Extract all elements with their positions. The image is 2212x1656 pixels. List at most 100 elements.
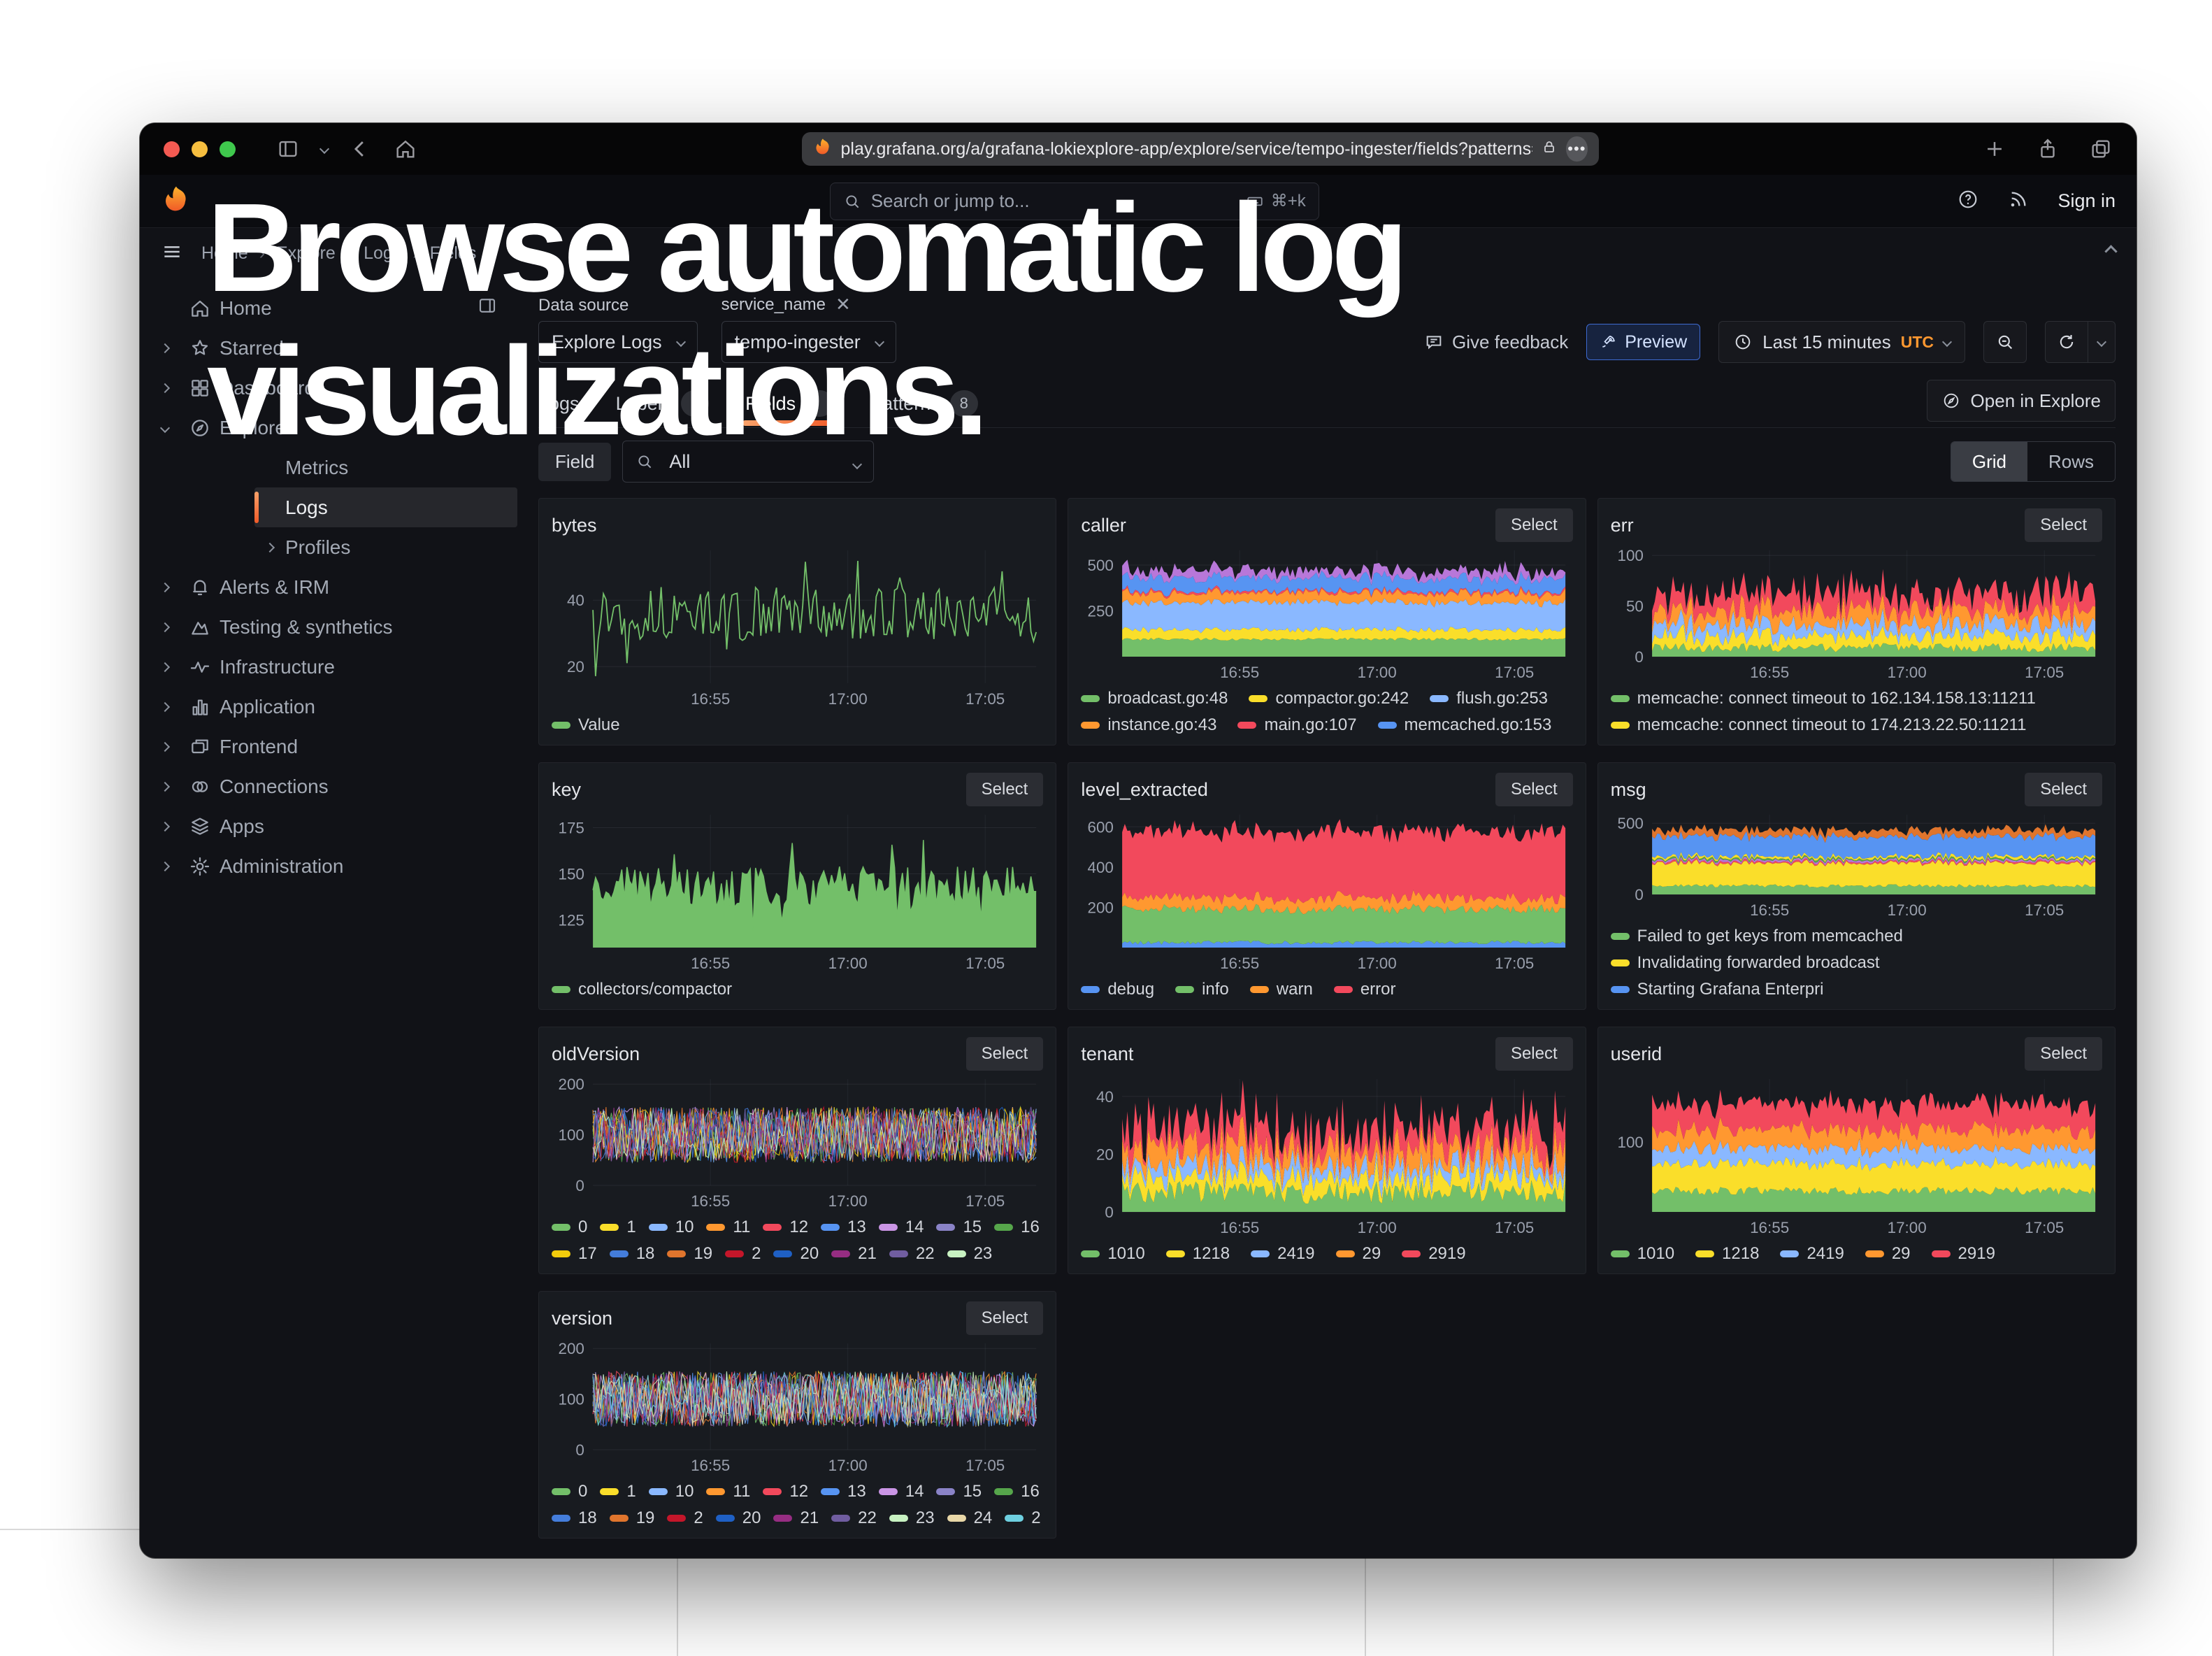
legend-item[interactable]: Value [552, 714, 620, 736]
legend-item[interactable]: 1218 [1166, 1243, 1230, 1265]
page-settings-icon[interactable]: ••• [1566, 136, 1587, 162]
legend-item[interactable]: error [1334, 978, 1396, 1001]
legend-item[interactable]: 14 [879, 1216, 924, 1239]
share-icon[interactable] [2036, 137, 2060, 161]
select-button[interactable]: Select [2025, 773, 2102, 806]
sidebar-chevron-icon[interactable] [321, 145, 328, 152]
panel-chart[interactable]: 010020016:5517:0017:05 [552, 1071, 1043, 1211]
panel-chart[interactable]: 010020016:5517:0017:05 [552, 1335, 1043, 1475]
legend-item[interactable]: main.go:107 [1237, 714, 1356, 736]
tab-labels[interactable]: Labels [616, 381, 710, 426]
legend-item[interactable]: compactor.go:242 [1249, 687, 1409, 710]
legend-item[interactable]: memcache: connect timeout to 162.134.158… [1611, 687, 2036, 710]
layout-toggle-grid[interactable]: Grid [1951, 442, 2027, 481]
legend-item[interactable]: 2919 [1402, 1243, 1465, 1265]
legend-item[interactable]: 2419 [1780, 1243, 1844, 1265]
sidebar-item-application[interactable]: Application [150, 687, 517, 727]
sidebar-item-dashboards[interactable]: Dashboards [150, 368, 517, 408]
legend-item[interactable]: 11 [706, 1480, 750, 1503]
legend-item[interactable]: 2 [1005, 1507, 1040, 1529]
legend-item[interactable]: broadcast.go:48 [1081, 687, 1228, 710]
legend-item[interactable]: 12 [763, 1480, 808, 1503]
legend-item[interactable]: 19 [610, 1507, 655, 1529]
panel-chart[interactable]: 05010016:5517:0017:05 [1611, 542, 2102, 682]
legend-item[interactable]: 15 [936, 1480, 982, 1503]
legend-item[interactable]: 2 [725, 1243, 761, 1265]
sidebar-item-alerts-irm[interactable]: Alerts & IRM [150, 567, 517, 607]
chevron-up-icon[interactable] [2106, 247, 2116, 259]
legend-item[interactable]: 22 [889, 1243, 935, 1265]
legend-item[interactable]: 23 [889, 1507, 935, 1529]
field-filter-select[interactable]: All [622, 441, 874, 483]
layout-toggle-rows[interactable]: Rows [2027, 442, 2115, 481]
legend-item[interactable]: 1 [600, 1216, 635, 1239]
data-source-select[interactable]: Explore Logs [538, 321, 698, 363]
open-in-explore-button[interactable]: Open in Explore [1927, 380, 2116, 422]
legend-item[interactable]: 20 [716, 1507, 761, 1529]
legend-item[interactable]: warn [1250, 978, 1313, 1001]
legend-item[interactable]: 29 [1865, 1243, 1911, 1265]
sidebar-item-administration[interactable]: Administration [150, 846, 517, 886]
select-button[interactable]: Select [1495, 773, 1573, 806]
select-button[interactable]: Select [966, 1301, 1044, 1335]
breadcrumb[interactable]: Home›Explore›Logs›Fields [201, 243, 476, 264]
sidebar-item-infrastructure[interactable]: Infrastructure [150, 647, 517, 687]
browser-sidebar-icon[interactable] [276, 137, 300, 161]
sidebar-item-starred[interactable]: Starred [150, 328, 517, 368]
grafana-logo[interactable] [161, 184, 192, 218]
time-range-picker[interactable]: Last 15 minutes UTC [1718, 321, 1965, 363]
legend-item[interactable]: 21 [831, 1243, 877, 1265]
legend-item[interactable]: collectors/compactor [552, 978, 732, 1001]
legend-item[interactable]: 18 [610, 1243, 655, 1265]
select-button[interactable]: Select [2025, 508, 2102, 542]
tab-logs[interactable]: Logs [538, 381, 580, 426]
panel-chart[interactable]: 20040060016:5517:0017:05 [1081, 806, 1572, 973]
legend-item[interactable]: 29 [1336, 1243, 1381, 1265]
select-button[interactable]: Select [2025, 1037, 2102, 1071]
legend-item[interactable]: flush.go:253 [1430, 687, 1548, 710]
zoom-window-button[interactable] [220, 141, 236, 157]
service-name-select[interactable]: tempo-ingester [721, 321, 896, 363]
address-bar[interactable]: play.grafana.org/a/grafana-lokiexplore-a… [802, 132, 1599, 166]
preview-badge[interactable]: Preview [1586, 324, 1700, 360]
legend-item[interactable]: 24 [947, 1507, 993, 1529]
remove-filter-icon[interactable]: ✕ [835, 294, 851, 315]
home-icon[interactable] [394, 137, 417, 161]
dock-sidebar-icon[interactable] [477, 295, 498, 321]
legend-item[interactable]: 23 [947, 1243, 993, 1265]
legend-item[interactable]: Starting Grafana Enterpri [1611, 978, 1824, 1001]
legend-item[interactable]: info [1175, 978, 1229, 1001]
legend-item[interactable]: 0 [552, 1216, 587, 1239]
sidebar-item-metrics[interactable]: Metrics [254, 448, 517, 487]
zoom-out-button[interactable] [1983, 321, 2027, 363]
legend-item[interactable]: 13 [821, 1480, 866, 1503]
legend-item[interactable]: 2919 [1932, 1243, 1995, 1265]
legend-item[interactable]: 16 [994, 1216, 1040, 1239]
sidebar-item-apps[interactable]: Apps [150, 806, 517, 846]
breadcrumb-item-logs[interactable]: Logs [364, 243, 401, 264]
sidebar-item-home[interactable]: Home [150, 288, 517, 328]
tab-patterns[interactable]: Patterns8 [870, 381, 978, 426]
legend-item[interactable]: 14 [879, 1480, 924, 1503]
legend-item[interactable]: instance.go:43 [1081, 714, 1216, 736]
legend-item[interactable]: 10 [649, 1480, 694, 1503]
legend-item[interactable]: 10 [649, 1216, 694, 1239]
legend-item[interactable]: 1010 [1081, 1243, 1144, 1265]
legend-item[interactable]: 1010 [1611, 1243, 1674, 1265]
legend-item[interactable]: 16 [994, 1480, 1040, 1503]
give-feedback-button[interactable]: Give feedback [1424, 331, 1568, 353]
help-icon[interactable] [1957, 188, 1979, 214]
layout-toggle[interactable]: GridRows [1951, 441, 2116, 482]
sidebar-item-testing-synthetics[interactable]: Testing & synthetics [150, 607, 517, 647]
legend-item[interactable]: 15 [936, 1216, 982, 1239]
news-icon[interactable] [2007, 188, 2030, 214]
legend-item[interactable]: 19 [667, 1243, 712, 1265]
new-tab-icon[interactable] [1983, 137, 2006, 161]
refresh-button[interactable] [2045, 321, 2088, 363]
breadcrumb-item-home[interactable]: Home [201, 243, 248, 264]
search-input[interactable]: Search or jump to... ⌘+k [830, 183, 1319, 220]
back-icon[interactable] [349, 137, 373, 161]
legend-item[interactable]: debug [1081, 978, 1154, 1001]
select-button[interactable]: Select [1495, 508, 1573, 542]
breadcrumb-item-fields[interactable]: Fields [430, 243, 477, 264]
